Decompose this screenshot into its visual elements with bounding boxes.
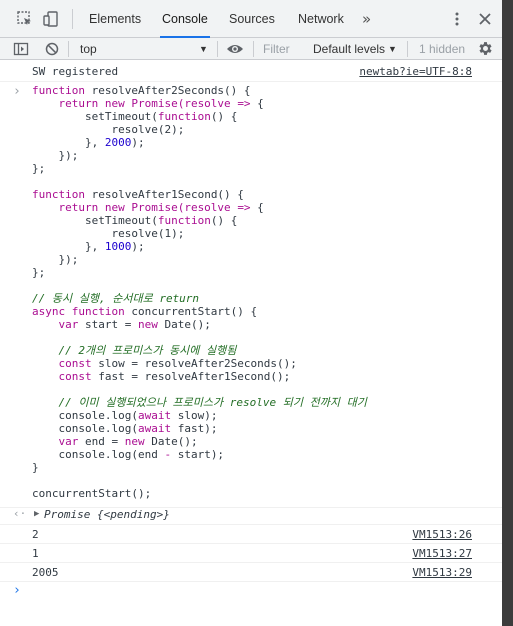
result-chevron-icon: ‹·: [13, 507, 27, 520]
device-toolbar-icon[interactable]: [42, 10, 60, 28]
log-levels-dropdown[interactable]: Default levels: [313, 38, 385, 60]
hidden-count: 1 hidden: [419, 42, 466, 56]
tab-network[interactable]: Network: [296, 0, 346, 38]
log-source-link[interactable]: VM1513:29: [412, 566, 472, 579]
levels-dropdown-icon[interactable]: ▼: [388, 38, 397, 60]
kebab-menu-icon[interactable]: [448, 10, 466, 28]
input-chevron-icon: ›: [13, 84, 21, 99]
log-message: 2 VM1513:26: [0, 525, 502, 544]
tab-bar-divider: [72, 9, 73, 29]
log-value: 2005: [32, 566, 59, 579]
log-source-link[interactable]: newtab?ie=UTF-8:8: [359, 65, 472, 78]
log-message: 1 VM1513:27: [0, 544, 502, 563]
log-message: SW registered newtab?ie=UTF-8:8: [0, 60, 502, 82]
toolbar-divider: [407, 41, 408, 57]
inspect-element-icon[interactable]: [16, 10, 34, 28]
console-input-entry: › function resolveAfter2Seconds() { retu…: [0, 82, 502, 508]
log-value: 1: [32, 547, 39, 560]
tab-console[interactable]: Console: [160, 0, 210, 38]
tab-sources[interactable]: Sources: [227, 0, 277, 38]
more-tabs-button[interactable]: »: [362, 0, 371, 38]
close-icon[interactable]: [476, 10, 494, 28]
log-source-link[interactable]: VM1513:27: [412, 547, 472, 560]
context-selector[interactable]: top: [80, 38, 97, 60]
promise-state: {<pending>}: [97, 508, 170, 521]
log-text: SW registered: [32, 65, 119, 78]
log-value: 2: [32, 528, 39, 541]
expand-triangle-icon[interactable]: ▶: [34, 508, 39, 521]
window-edge: [502, 0, 513, 626]
log-message: 2005 VM1513:29: [0, 563, 502, 582]
toolbar-divider: [217, 41, 218, 57]
input-code: function resolveAfter2Seconds() { return…: [32, 84, 367, 500]
console-messages: SW registered newtab?ie=UTF-8:8 › functi…: [0, 60, 502, 626]
toolbar-divider: [68, 41, 69, 57]
log-source-link[interactable]: VM1513:26: [412, 528, 472, 541]
devtools-tab-bar: Elements Console Sources Network »: [0, 0, 502, 38]
console-settings-gear-icon[interactable]: [477, 40, 494, 62]
filter-input[interactable]: [258, 40, 306, 58]
tab-elements[interactable]: Elements: [87, 0, 143, 38]
prompt-chevron-icon: ›: [13, 583, 21, 598]
promise-label: Promise: [44, 508, 91, 521]
context-dropdown-icon[interactable]: ▼: [199, 38, 208, 60]
console-result-entry: ‹· ▶ Promise {<pending>}: [0, 504, 502, 525]
toolbar-divider: [253, 41, 254, 57]
console-prompt[interactable]: ›: [0, 582, 502, 602]
console-toolbar: top ▼ Default levels ▼ 1 hidden: [0, 38, 502, 60]
